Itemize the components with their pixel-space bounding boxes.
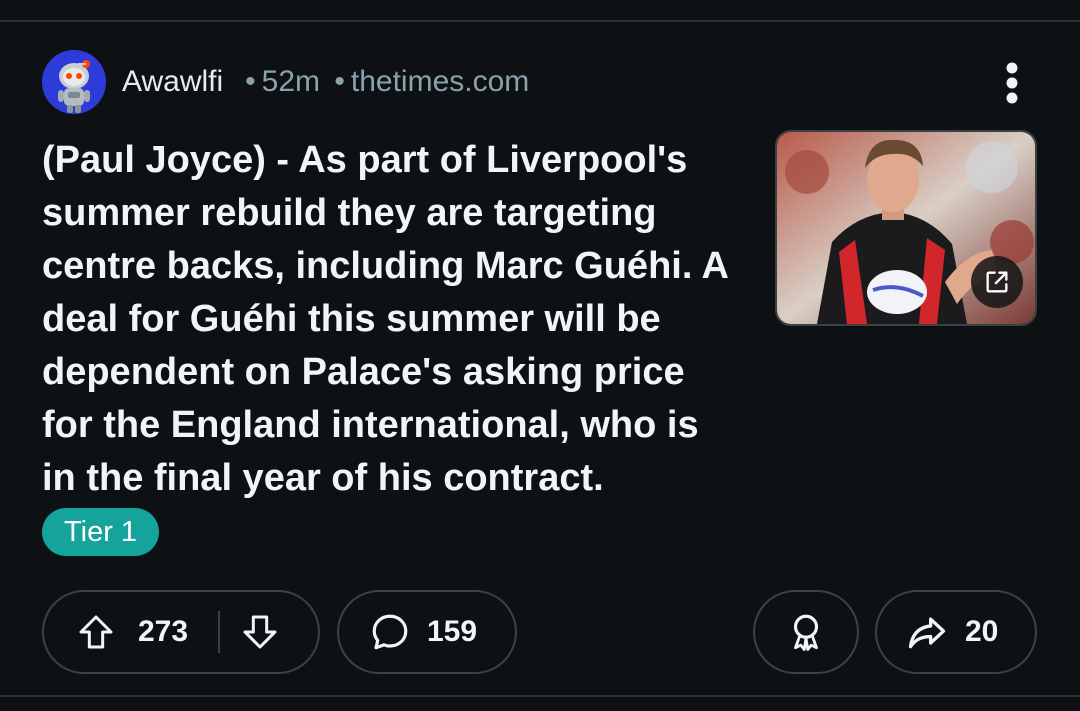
vote-bar: 273 bbox=[42, 590, 320, 674]
upvote-count: 273 bbox=[138, 615, 189, 648]
user-avatar[interactable] bbox=[42, 50, 106, 114]
share-icon-wrap bbox=[905, 610, 949, 654]
award-button[interactable] bbox=[753, 590, 859, 674]
meta-separator: • bbox=[334, 65, 345, 98]
external-link-icon bbox=[986, 271, 1008, 293]
meta-separator: • bbox=[245, 65, 256, 98]
share-arrow-icon bbox=[908, 617, 946, 649]
post-author[interactable]: Awawlfi bbox=[122, 65, 223, 99]
post-age: 52m bbox=[261, 65, 321, 98]
comment-count: 159 bbox=[427, 615, 478, 648]
snoo-avatar-icon bbox=[42, 50, 106, 114]
top-divider bbox=[0, 0, 1080, 22]
share-button[interactable]: 20 bbox=[875, 590, 1037, 674]
post-title[interactable]: (Paul Joyce) - As part of Liverpool's su… bbox=[42, 134, 742, 505]
downvote-button[interactable] bbox=[240, 612, 280, 652]
post-header: Awawlfi • 52m • thetimes.com bbox=[42, 50, 529, 114]
post-meta: • 52m • thetimes.com bbox=[245, 65, 529, 99]
bottom-divider bbox=[0, 695, 1080, 711]
comments-button[interactable]: 159 bbox=[337, 590, 517, 674]
post-flair[interactable]: Tier 1 bbox=[42, 508, 160, 556]
share-count: 20 bbox=[965, 615, 999, 648]
award-icon bbox=[793, 614, 819, 651]
comment-bubble-icon bbox=[372, 614, 408, 650]
vote-separator bbox=[218, 611, 221, 653]
post-domain[interactable]: thetimes.com bbox=[351, 65, 529, 98]
arrow-up-icon bbox=[79, 615, 113, 649]
comment-icon-wrap bbox=[369, 611, 411, 653]
more-vertical-icon bbox=[1006, 62, 1018, 104]
external-link-button[interactable] bbox=[971, 256, 1023, 308]
upvote-button[interactable] bbox=[76, 612, 116, 652]
arrow-down-icon bbox=[243, 615, 277, 649]
post-thumbnail[interactable] bbox=[775, 130, 1037, 326]
more-options-button[interactable] bbox=[992, 58, 1032, 108]
